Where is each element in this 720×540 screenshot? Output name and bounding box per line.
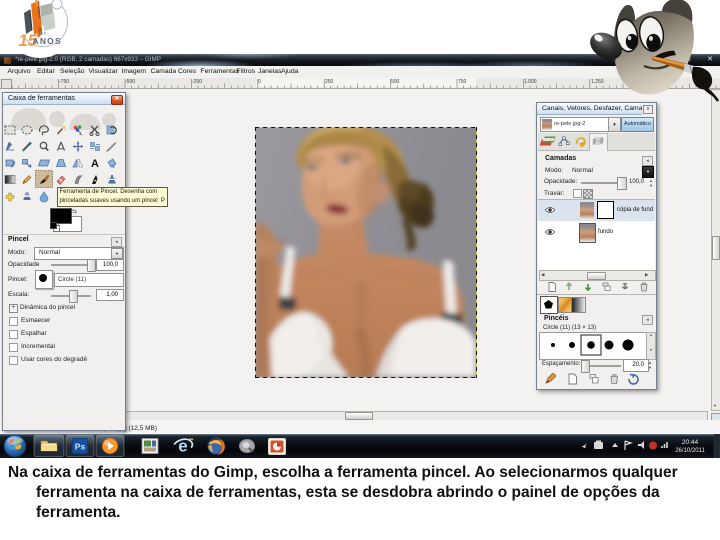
svg-text:20:44: 20:44 [682,439,699,446]
svg-text:DE: DE [40,31,47,36]
svg-text:Ps: Ps [75,442,86,452]
svg-text:ANOS: ANOS [33,36,62,46]
svg-text:A: A [91,158,99,170]
svg-text:26/10/2011: 26/10/2011 [675,448,705,454]
svg-text:◂!: ◂! [582,444,587,450]
